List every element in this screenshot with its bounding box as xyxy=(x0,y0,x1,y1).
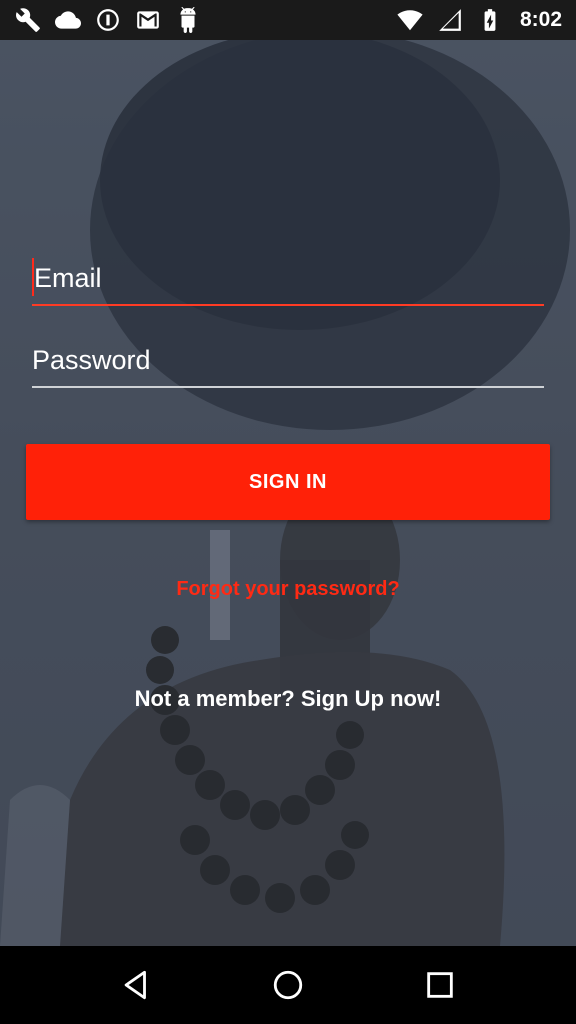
home-icon xyxy=(273,970,303,1000)
info-circle-icon xyxy=(94,6,122,34)
password-underline xyxy=(32,386,544,388)
status-left-icons xyxy=(14,6,202,34)
password-field[interactable]: Password xyxy=(32,328,544,388)
login-screen: 8:02 Email Password SIGN IN Forgot your … xyxy=(0,0,576,1024)
status-right-icons: 8:02 xyxy=(396,6,562,34)
email-field[interactable]: Email xyxy=(32,246,544,306)
status-time: 8:02 xyxy=(519,8,562,31)
sign-in-button[interactable]: SIGN IN xyxy=(26,444,550,520)
battery-charging-icon xyxy=(476,6,504,34)
cloud-icon xyxy=(54,6,82,34)
recents-button[interactable] xyxy=(410,955,470,1015)
sign-up-link[interactable]: Not a member? Sign Up now! xyxy=(0,686,576,712)
email-underline xyxy=(32,304,544,306)
recents-icon xyxy=(427,972,453,998)
home-button[interactable] xyxy=(258,955,318,1015)
gmail-icon xyxy=(134,6,162,34)
forgot-password-link[interactable]: Forgot your password? xyxy=(0,578,576,601)
cell-signal-icon xyxy=(436,6,464,34)
status-bar: 8:02 xyxy=(0,0,576,40)
wrench-icon xyxy=(14,6,42,34)
navigation-bar xyxy=(0,946,576,1024)
email-placeholder: Email xyxy=(34,263,102,293)
back-icon xyxy=(124,970,146,1000)
wifi-icon xyxy=(396,6,424,34)
password-placeholder: Password xyxy=(32,345,151,375)
back-button[interactable] xyxy=(106,955,166,1015)
login-content: Email Password SIGN IN Forgot your passw… xyxy=(0,40,576,946)
android-icon xyxy=(174,6,202,34)
